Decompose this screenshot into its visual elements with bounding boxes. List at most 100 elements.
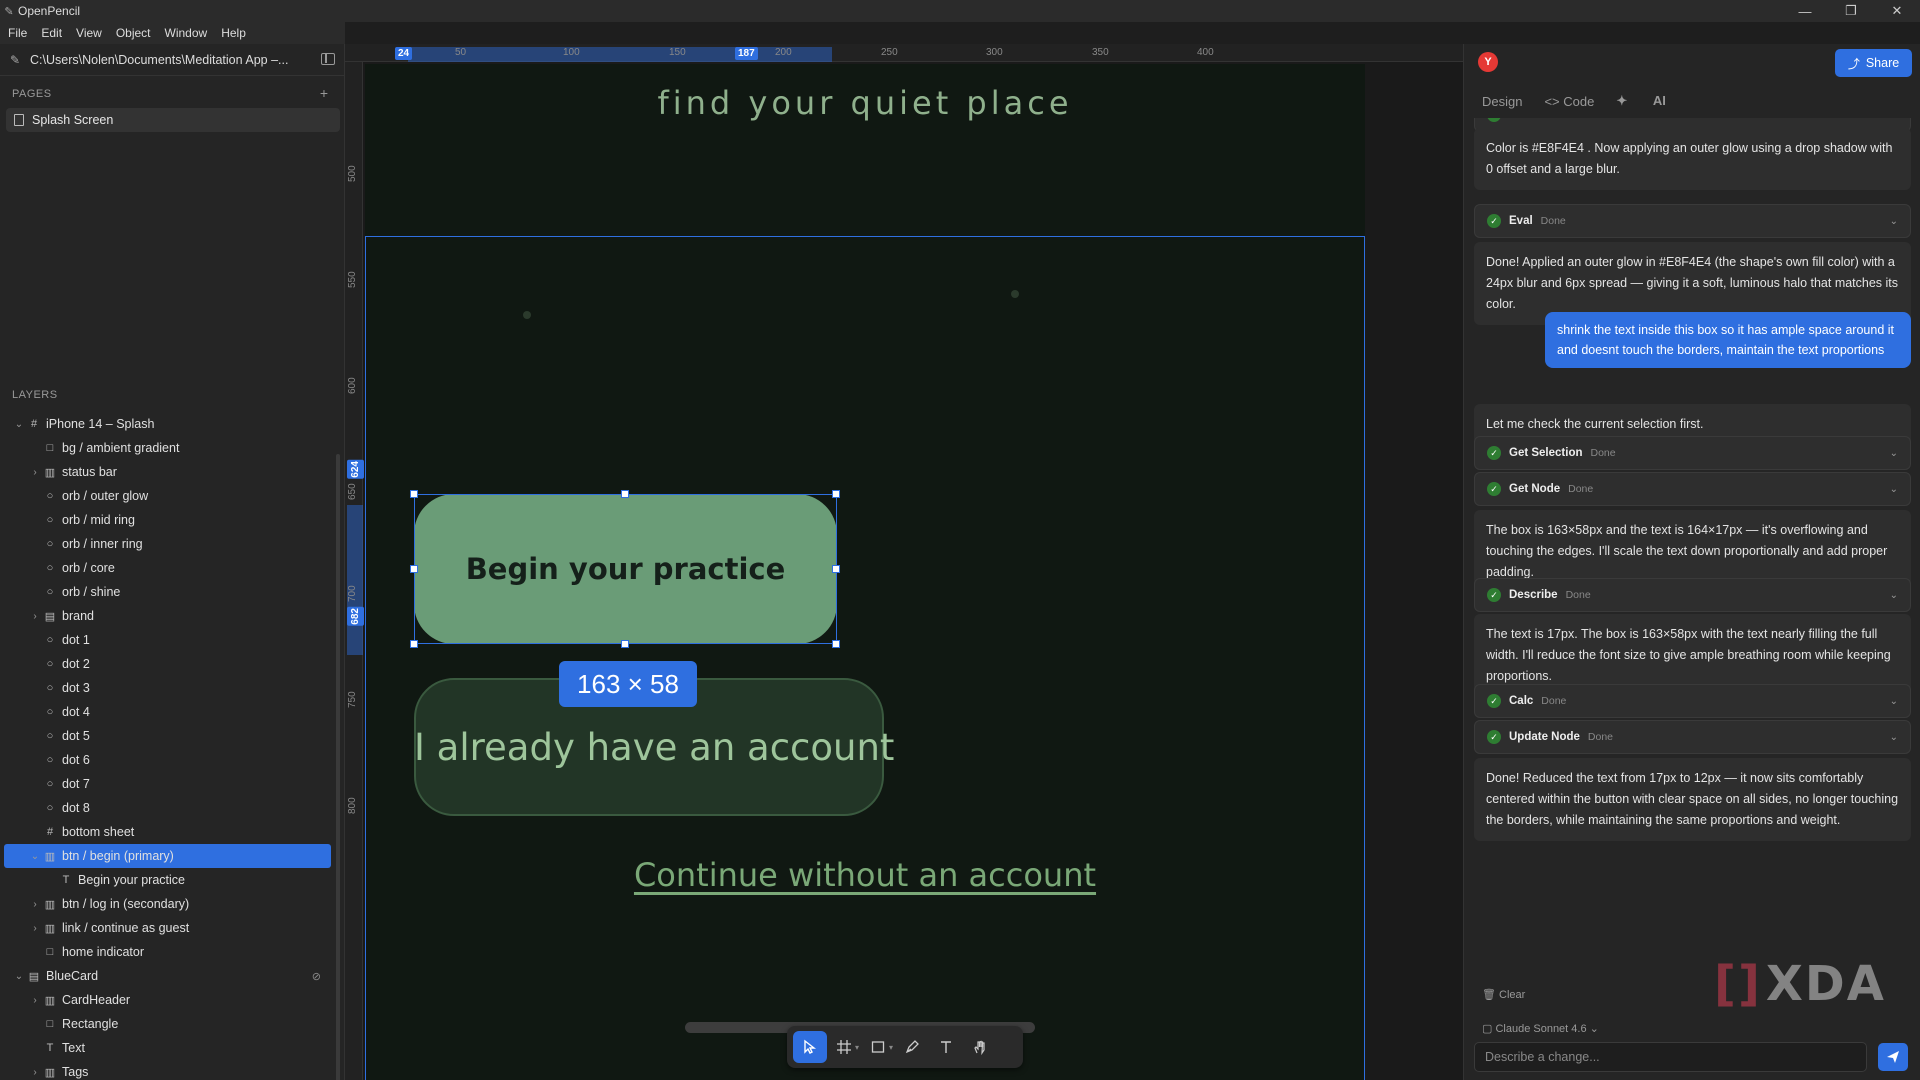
hand-tool-button[interactable] (963, 1031, 997, 1063)
layer-row[interactable]: ○ orb / core (4, 556, 331, 580)
chevron-down-icon[interactable]: ⌄ (1890, 118, 1898, 121)
resize-handle[interactable] (621, 490, 629, 498)
share-button[interactable]: ⤴ Share (1835, 49, 1912, 77)
menu-view[interactable]: View (76, 26, 102, 40)
pen-icon (905, 1040, 919, 1054)
chevron-down-icon[interactable]: ⌄ (1890, 448, 1898, 459)
layer-row[interactable]: T Begin your practice (4, 868, 331, 892)
chevron-right-icon[interactable]: › (28, 611, 42, 622)
layer-row[interactable]: ○ orb / mid ring (4, 508, 331, 532)
chevron-right-icon[interactable]: › (28, 899, 42, 910)
layer-row[interactable]: ○ orb / inner ring (4, 532, 331, 556)
layer-row[interactable]: ○ dot 3 (4, 676, 331, 700)
tool-call-row[interactable]: ✓ Get Node Done ⌄ (1474, 472, 1911, 506)
menu-help[interactable]: Help (221, 26, 246, 40)
iphone-frame[interactable]: find your quiet place Begin your practic… (365, 64, 1365, 1080)
resize-handle[interactable] (410, 490, 418, 498)
chevron-right-icon[interactable]: › (28, 467, 42, 478)
layer-row[interactable]: › ▥ link / continue as guest (4, 916, 331, 940)
tab-code[interactable]: <> Code (1544, 94, 1594, 109)
tagline[interactable]: find your quiet place (365, 84, 1365, 122)
tab-design[interactable]: Design (1482, 94, 1522, 109)
pen-tool-button[interactable] (895, 1031, 929, 1063)
frame-tool-caret-icon[interactable]: ▾ (855, 1043, 859, 1052)
tool-call-row[interactable]: ✓ Describe Done ⌄ (1474, 578, 1911, 612)
layer-row[interactable]: › ▥ status bar (4, 460, 331, 484)
decor-dot[interactable] (1011, 290, 1019, 298)
layers-scrollbar[interactable] (336, 454, 340, 1080)
tool-call-row[interactable]: ✓ Get Selection Done ⌄ (1474, 436, 1911, 470)
text-tool-button[interactable] (929, 1031, 963, 1063)
tool-call-row[interactable]: ✓ Eval Done ⌄ (1474, 204, 1911, 238)
layer-row[interactable]: ⌄ # iPhone 14 – Splash (4, 412, 331, 436)
chevron-right-icon[interactable]: › (28, 1067, 42, 1078)
layer-row[interactable]: ○ orb / shine (4, 580, 331, 604)
tool-name: Describe (1509, 589, 1558, 601)
shape-tool-caret-icon[interactable]: ▾ (889, 1043, 893, 1052)
layer-row[interactable]: ○ dot 5 (4, 724, 331, 748)
page-item-splash[interactable]: Splash Screen (6, 108, 340, 132)
layer-label: bg / ambient gradient (62, 441, 180, 455)
layer-row[interactable]: □ bg / ambient gradient (4, 436, 331, 460)
resize-handle[interactable] (410, 640, 418, 648)
file-path[interactable]: C:\Users\Nolen\Documents\Meditation App … (30, 53, 305, 67)
chevron-right-icon[interactable]: › (28, 995, 42, 1006)
layer-row[interactable]: ⌄ ▤ BlueCard ⊘ (4, 964, 331, 988)
select-tool-button[interactable] (793, 1031, 827, 1063)
chevron-down-icon[interactable]: ⌄ (1890, 732, 1898, 743)
layer-row[interactable]: # bottom sheet (4, 820, 331, 844)
tab-ai[interactable]: ✦ AI (1616, 93, 1688, 109)
avatar[interactable]: Y (1478, 52, 1498, 72)
resize-handle[interactable] (832, 490, 840, 498)
menu-file[interactable]: File (8, 26, 27, 40)
layer-row[interactable]: › ▥ Tags (4, 1060, 331, 1080)
chevron-down-icon[interactable]: ⌄ (1890, 216, 1898, 227)
minimize-icon[interactable]: — (1782, 0, 1828, 22)
layer-row[interactable]: ○ dot 2 (4, 652, 331, 676)
layer-row[interactable]: ○ dot 7 (4, 772, 331, 796)
layer-row[interactable]: ○ dot 6 (4, 748, 331, 772)
sidebar-toggle-icon[interactable] (321, 53, 335, 65)
layer-row[interactable]: □ home indicator (4, 940, 331, 964)
prompt-input[interactable] (1474, 1042, 1867, 1072)
tool-call-row[interactable]: ✓ Update Node Done ⌄ (1474, 720, 1911, 754)
layer-row[interactable]: ○ dot 4 (4, 700, 331, 724)
menu-object[interactable]: Object (116, 26, 151, 40)
guest-link[interactable]: Continue without an account (365, 856, 1365, 894)
resize-handle[interactable] (621, 640, 629, 648)
chevron-down-icon[interactable]: ⌄ (12, 419, 26, 430)
restore-icon[interactable]: ❐ (1828, 0, 1874, 22)
resize-handle[interactable] (410, 565, 418, 573)
menu-edit[interactable]: Edit (41, 26, 62, 40)
chevron-down-icon[interactable]: ⌄ (12, 971, 26, 982)
eye-off-icon[interactable]: ⊘ (312, 970, 321, 983)
chevron-right-icon[interactable]: › (28, 923, 42, 934)
chevron-down-icon[interactable]: ⌄ (28, 851, 42, 862)
send-button[interactable] (1878, 1043, 1908, 1071)
clear-button[interactable]: 🗑 Clear (1482, 988, 1525, 1001)
tool-call-row[interactable]: ✓ Calc Done ⌄ (1474, 684, 1911, 718)
layer-row[interactable]: › ▤ brand (4, 604, 331, 628)
add-page-icon[interactable]: + (320, 85, 328, 101)
model-selector[interactable]: ▢ Claude Sonnet 4.6 ⌄ (1482, 1022, 1599, 1035)
chevron-down-icon[interactable]: ⌄ (1890, 590, 1898, 601)
menu-window[interactable]: Window (165, 26, 208, 40)
ai-chat-log[interactable]: ✓ Calc Done ⌄ Color is #E8F4E4 . Now applyin… (1474, 118, 1911, 980)
layer-row[interactable]: › ▥ CardHeader (4, 988, 331, 1012)
layer-row[interactable]: › ▥ btn / log in (secondary) (4, 892, 331, 916)
layer-row[interactable]: ○ orb / outer glow (4, 484, 331, 508)
resize-handle[interactable] (832, 565, 840, 573)
resize-handle[interactable] (832, 640, 840, 648)
layer-row[interactable]: □ Rectangle (4, 1012, 331, 1036)
watermark-logo: []XDA (1714, 956, 1886, 1012)
close-icon[interactable]: ✕ (1874, 0, 1920, 22)
decor-dot[interactable] (523, 311, 531, 319)
layer-row[interactable]: T Text (4, 1036, 331, 1060)
chevron-down-icon[interactable]: ⌄ (1890, 484, 1898, 495)
chevron-down-icon[interactable]: ⌄ (1890, 696, 1898, 707)
layer-row[interactable]: ○ dot 8 (4, 796, 331, 820)
layer-row[interactable]: ○ dot 1 (4, 628, 331, 652)
layer-row[interactable]: ⌄ ▥ btn / begin (primary) (4, 844, 331, 868)
selection-box (414, 494, 837, 644)
canvas[interactable]: 24 50 100 150 187 200 250 300 350 400 500 550 600 62… (345, 44, 1463, 1080)
